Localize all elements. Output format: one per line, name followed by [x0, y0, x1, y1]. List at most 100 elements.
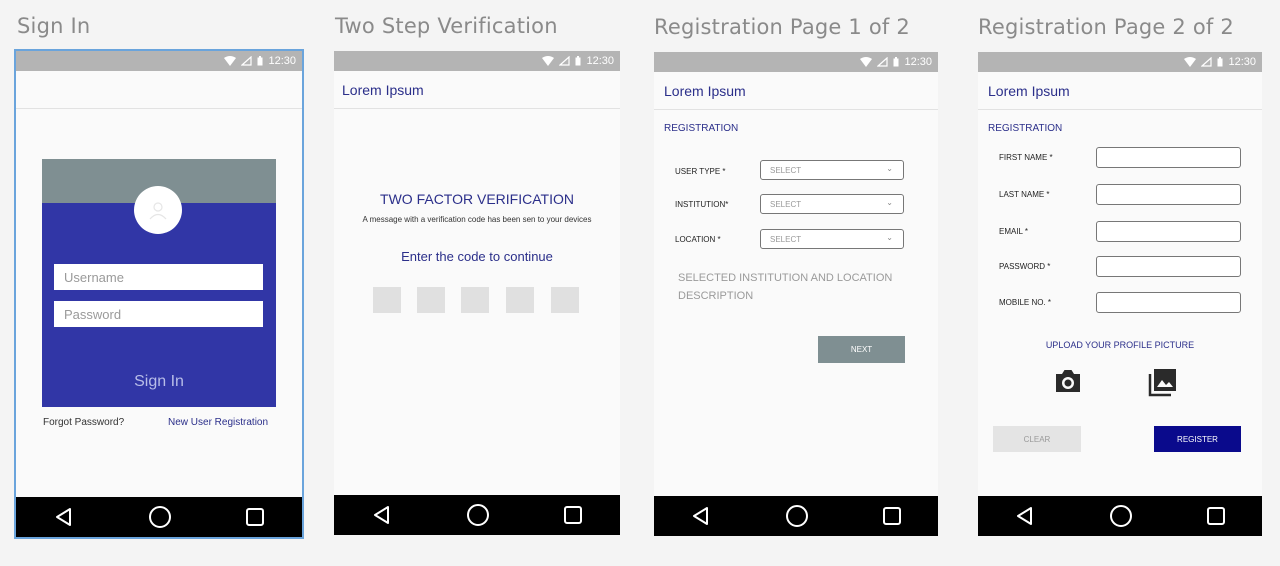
location-label: LOCATION *	[675, 235, 721, 244]
first-name-label: FIRST NAME *	[999, 153, 1053, 162]
user-icon	[149, 202, 167, 220]
home-icon[interactable]	[1109, 504, 1133, 528]
username-placeholder: Username	[64, 269, 124, 285]
status-time: 12:30	[1228, 56, 1256, 68]
mobile-field[interactable]	[1096, 292, 1241, 313]
institution-label: INSTITUTION*	[675, 200, 729, 209]
institution-select[interactable]: SELECT ⌄	[760, 194, 904, 214]
status-time: 12:30	[268, 55, 296, 67]
sign-in-button[interactable]: Sign In	[42, 373, 276, 391]
status-bar: 12:30	[16, 51, 302, 71]
location-select-value: SELECT	[770, 234, 802, 244]
nav-bar	[654, 496, 938, 536]
chevron-down-icon: ⌄	[886, 198, 893, 207]
upload-profile-picture-label: UPLOAD YOUR PROFILE PICTURE	[1045, 340, 1195, 350]
app-bar: Lorem Ipsum	[334, 71, 620, 109]
app-title: Lorem Ipsum	[664, 82, 746, 99]
first-name-field[interactable]	[1096, 147, 1241, 168]
camera-icon[interactable]	[1053, 368, 1083, 394]
status-bar: 12:30	[334, 51, 620, 71]
password-placeholder: Password	[64, 306, 122, 322]
new-user-registration-link[interactable]: New User Registration	[168, 417, 268, 428]
verification-message: A message with a verification code has b…	[362, 215, 592, 224]
last-name-label: LAST NAME *	[999, 190, 1050, 199]
code-digit-2[interactable]	[417, 287, 445, 313]
code-digit-3[interactable]	[461, 287, 489, 313]
signal-icon	[877, 57, 889, 67]
code-digit-1[interactable]	[373, 287, 401, 313]
status-bar: 12:30	[978, 52, 1262, 72]
recents-icon[interactable]	[563, 505, 583, 525]
screen-title-reg2: Registration Page 2 of 2	[978, 15, 1234, 39]
recents-icon[interactable]	[245, 507, 265, 527]
chevron-down-icon: ⌄	[886, 164, 893, 173]
phone-two-step: 12:30 Lorem Ipsum TWO FACTOR VERIFICATIO…	[334, 51, 620, 535]
signal-icon	[241, 56, 253, 66]
home-icon[interactable]	[148, 505, 172, 529]
email-field[interactable]	[1096, 221, 1241, 242]
back-icon[interactable]	[690, 505, 712, 527]
two-factor-heading: TWO FACTOR VERIFICATION	[380, 191, 574, 207]
back-icon[interactable]	[1014, 505, 1036, 527]
user-type-select-value: SELECT	[770, 165, 802, 175]
nav-bar	[334, 495, 620, 535]
home-icon[interactable]	[785, 504, 809, 528]
gallery-icon[interactable]	[1148, 367, 1178, 397]
phone-sign-in: 12:30 Username Password Sign In Forgot P…	[14, 49, 304, 539]
institution-location-description: SELECTED INSTITUTION AND LOCATION DESCRI…	[678, 272, 893, 302]
forgot-password-link[interactable]: Forgot Password?	[43, 417, 124, 428]
user-type-label: USER TYPE *	[675, 167, 726, 176]
institution-select-value: SELECT	[770, 199, 802, 209]
home-icon[interactable]	[466, 503, 490, 527]
mobile-label: MOBILE NO. *	[999, 298, 1052, 307]
battery-icon	[575, 56, 581, 66]
wifi-icon	[1184, 57, 1197, 67]
avatar	[134, 186, 182, 234]
email-label: EMAIL *	[999, 227, 1029, 236]
wifi-icon	[542, 56, 555, 66]
registration-heading: REGISTRATION	[988, 123, 1063, 134]
next-button[interactable]: NEXT	[818, 336, 905, 363]
registration-heading: REGISTRATION	[664, 123, 739, 134]
signal-icon	[1201, 57, 1213, 67]
code-digit-5[interactable]	[551, 287, 579, 313]
screen-title-reg1: Registration Page 1 of 2	[654, 15, 910, 39]
screen-title-two-step: Two Step Verification	[335, 14, 558, 38]
recents-icon[interactable]	[1206, 506, 1226, 526]
clear-button[interactable]: CLEAR	[993, 426, 1081, 452]
screen-title-sign-in: Sign In	[17, 14, 91, 38]
app-title: Lorem Ipsum	[988, 82, 1070, 99]
app-bar: Lorem Ipsum	[654, 72, 938, 110]
phone-registration-1: 12:30 Lorem Ipsum REGISTRATION USER TYPE…	[654, 52, 938, 536]
sign-in-card: Username Password Sign In	[42, 159, 276, 407]
wifi-icon	[224, 56, 237, 66]
app-bar	[16, 71, 302, 109]
nav-bar	[16, 497, 302, 537]
status-time: 12:30	[586, 55, 614, 67]
app-bar: Lorem Ipsum	[978, 72, 1262, 110]
user-type-select[interactable]: SELECT ⌄	[760, 160, 904, 180]
code-digit-4[interactable]	[506, 287, 534, 313]
username-input[interactable]: Username	[54, 264, 263, 290]
wifi-icon	[860, 57, 873, 67]
signal-icon	[559, 56, 571, 66]
back-icon[interactable]	[371, 504, 393, 526]
password-label: PASSWORD *	[999, 262, 1051, 271]
battery-icon	[893, 57, 899, 67]
chevron-down-icon: ⌄	[886, 233, 893, 242]
password-field[interactable]	[1096, 256, 1241, 277]
register-button[interactable]: REGISTER	[1154, 426, 1241, 452]
status-bar: 12:30	[654, 52, 938, 72]
recents-icon[interactable]	[882, 506, 902, 526]
nav-bar	[978, 496, 1262, 536]
last-name-field[interactable]	[1096, 184, 1241, 205]
enter-code-prompt: Enter the code to continue	[401, 249, 553, 264]
location-select[interactable]: SELECT ⌄	[760, 229, 904, 249]
phone-registration-2: 12:30 Lorem Ipsum REGISTRATION FIRST NAM…	[978, 52, 1262, 536]
app-title: Lorem Ipsum	[342, 81, 424, 98]
battery-icon	[257, 56, 263, 66]
back-icon[interactable]	[53, 506, 75, 528]
password-input[interactable]: Password	[54, 301, 263, 327]
status-time: 12:30	[904, 56, 932, 68]
battery-icon	[1217, 57, 1223, 67]
